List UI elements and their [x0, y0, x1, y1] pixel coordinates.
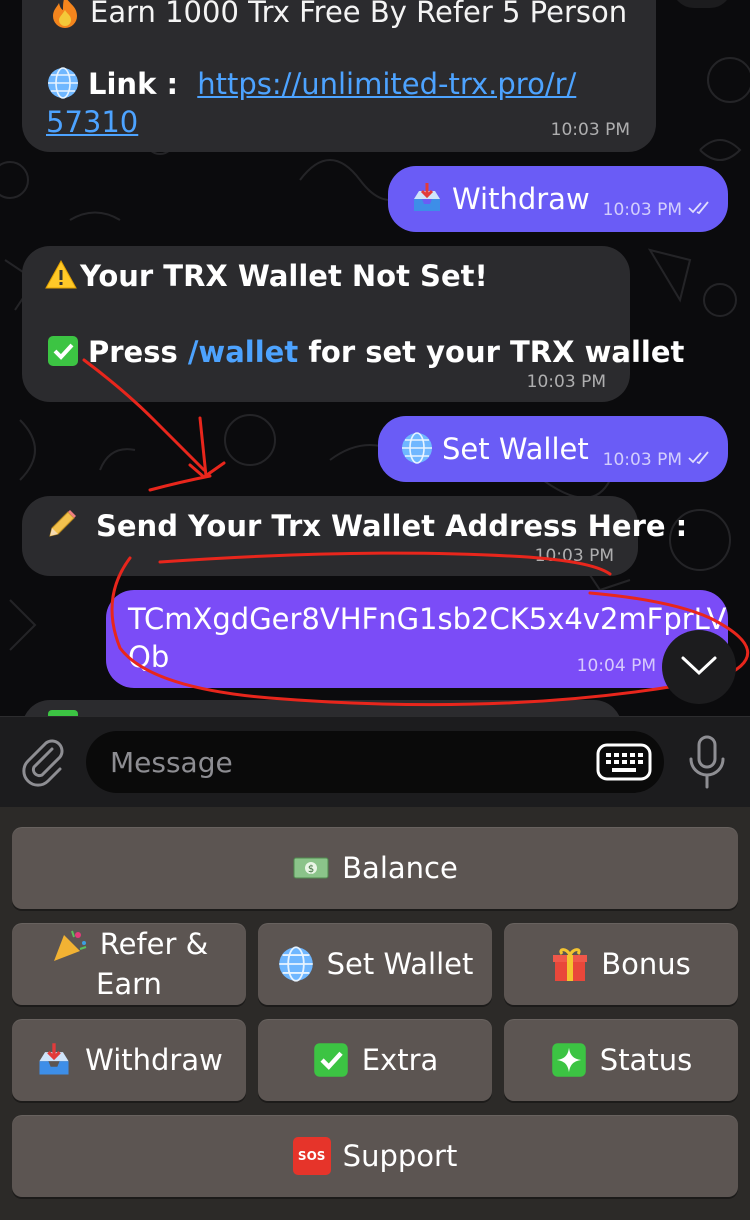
gift-icon	[551, 945, 589, 983]
chat-area: Earn 1000 Trx Free By Refer 5 Person Lin…	[0, 0, 750, 716]
withdraw-button[interactable]: Withdraw	[12, 1019, 246, 1101]
globe-icon	[277, 945, 315, 983]
check-mark-button-icon	[312, 1041, 350, 1079]
sos-icon: SOS	[292, 1137, 331, 1175]
dollar-banknote-icon: $	[292, 849, 330, 887]
microphone-icon[interactable]	[686, 735, 728, 795]
extra-button[interactable]: Extra	[258, 1019, 492, 1101]
party-popper-icon	[50, 927, 88, 965]
attach-icon[interactable]	[20, 737, 64, 791]
bot-reply-keyboard: $ Balance Refer & Earn Set Wallet Bonus …	[0, 807, 750, 1220]
status-button[interactable]: Status	[504, 1019, 738, 1101]
message-input[interactable]	[86, 731, 664, 793]
refer-earn-button[interactable]: Refer & Earn	[12, 923, 246, 1005]
bonus-button[interactable]: Bonus	[504, 923, 738, 1005]
support-button[interactable]: SOS Support	[12, 1115, 738, 1197]
scroll-down-button[interactable]	[662, 630, 736, 704]
keyboard-toggle-icon[interactable]	[596, 743, 652, 785]
set-wallet-button[interactable]: Set Wallet	[258, 923, 492, 1005]
red-annotation	[82, 358, 750, 707]
sparkle-icon	[550, 1041, 588, 1079]
svg-text:$: $	[308, 864, 314, 875]
chevron-down-icon	[679, 653, 719, 681]
message-composer	[0, 716, 750, 807]
inbox-tray-icon	[35, 1041, 73, 1079]
balance-button[interactable]: $ Balance	[12, 827, 738, 909]
